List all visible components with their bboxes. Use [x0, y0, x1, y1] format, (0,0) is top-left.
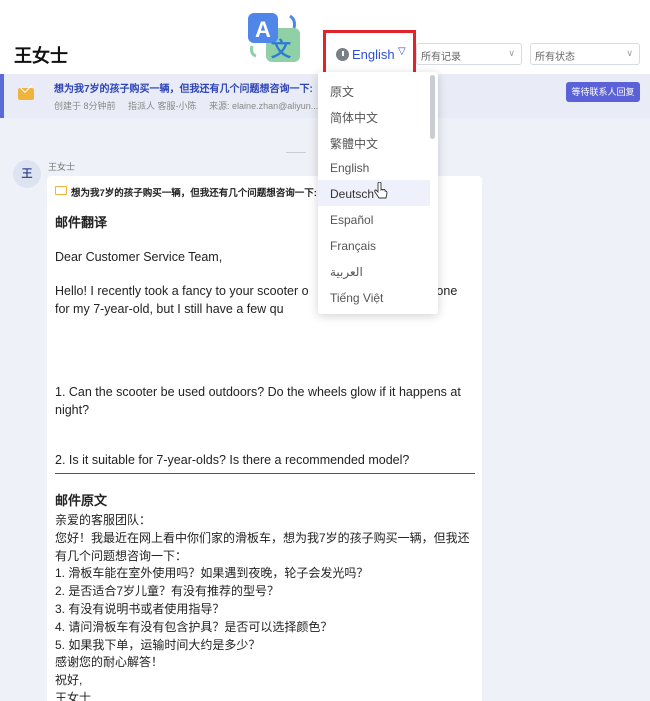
language-option-vietnamese[interactable]: Tiếng Việt [318, 284, 430, 310]
svg-text:A: A [255, 17, 271, 42]
sender-name: 王女士 [48, 162, 76, 172]
language-option-original[interactable]: 原文 [318, 76, 430, 102]
language-option-traditional-chinese[interactable]: 繁體中文 [318, 128, 430, 154]
original-line: 王女士 [55, 690, 92, 701]
section-divider [55, 473, 475, 474]
page-title: 王女士 [14, 46, 68, 66]
chevron-down-icon: ▽ [398, 46, 406, 57]
status-filter-select[interactable]: 所有状态 ∨ [530, 43, 640, 65]
language-option-simplified-chinese[interactable]: 简体中文 [318, 102, 430, 128]
translation-title: 邮件翻译 [55, 215, 108, 230]
svg-text:文: 文 [271, 37, 292, 61]
translation-question-1: 1. Can the scooter be used outdoors? Do … [55, 385, 461, 417]
original-line: 5. 如果我下单，运输时间大约是多少？ [55, 637, 261, 652]
dropdown-scrollbar[interactable] [430, 75, 435, 139]
clock-icon [336, 48, 349, 61]
ticket-subject: 想为我7岁的孩子购买一辆，但我还有几个问题想咨询一下: [54, 84, 313, 95]
language-option-arabic[interactable]: العربية [318, 258, 430, 284]
waiting-reply-button[interactable]: 等待联系人回复 [566, 82, 640, 102]
original-line: 感谢您的耐心解答！ [55, 655, 164, 670]
envelope-icon [18, 88, 34, 100]
language-option-spanish[interactable]: Español [318, 206, 430, 232]
translation-question-2: 2. Is it suitable for 7-year-olds? Is th… [55, 453, 410, 467]
language-option-english[interactable]: English [318, 154, 430, 180]
original-line: 4. 请问滑板车有没有包含护具？是否可以选择颜色？ [55, 619, 333, 634]
chevron-down-icon: ∨ [626, 48, 633, 58]
original-title: 邮件原文 [55, 493, 108, 508]
original-line: 祝好, [55, 673, 83, 688]
original-line: 有几个问题想咨询一下： [55, 548, 188, 563]
records-filter-select[interactable]: 所有记录 ∨ [416, 43, 522, 65]
original-line: 3. 有没有说明书或者使用指导？ [55, 601, 225, 616]
language-option-french[interactable]: Français [318, 232, 430, 258]
divider [286, 152, 306, 153]
chevron-down-icon: ∨ [508, 48, 515, 58]
hand-cursor-icon [374, 182, 388, 199]
top-header: 王女士 A 文 English ▽ 所有记录 ∨ 所有状态 ∨ [0, 0, 650, 80]
envelope-icon [55, 186, 67, 195]
status-filter-label: 所有状态 [535, 52, 575, 63]
original-line: 1. 滑板车能在室外使用吗？如果遇到夜晚，轮子会发光吗？ [55, 566, 369, 581]
original-line: 亲爱的客服团队： [55, 513, 152, 527]
original-line: 您好！我最近在网上看中你们家的滑板车，想为我7岁的孩子购买一辆，但我还 [55, 530, 470, 545]
ticket-assignee: 指派人 客服-小陈 [128, 101, 197, 111]
records-filter-label: 所有记录 [421, 52, 461, 63]
ticket-created: 创建于 8分钟前 [54, 101, 116, 111]
original-line: 2. 是否适合7岁儿童？有没有推荐的型号？ [55, 584, 280, 599]
translate-app-icon: A 文 [248, 13, 300, 62]
ticket-source: 来源: elaine.zhan@aliyun... [209, 101, 319, 111]
ticket-meta: 创建于 8分钟前 指派人 客服-小陈 来源: elaine.zhan@aliyu… [54, 99, 328, 112]
avatar: 王 [13, 160, 41, 188]
language-selected-label: English [352, 47, 395, 62]
original-text: 亲爱的客服团队： 您好！我最近在网上看中你们家的滑板车，想为我7岁的孩子购买一辆… [55, 512, 475, 701]
email-subject: 想为我7岁的孩子购买一辆，但我还有几个问题想咨询一下: [71, 188, 317, 199]
